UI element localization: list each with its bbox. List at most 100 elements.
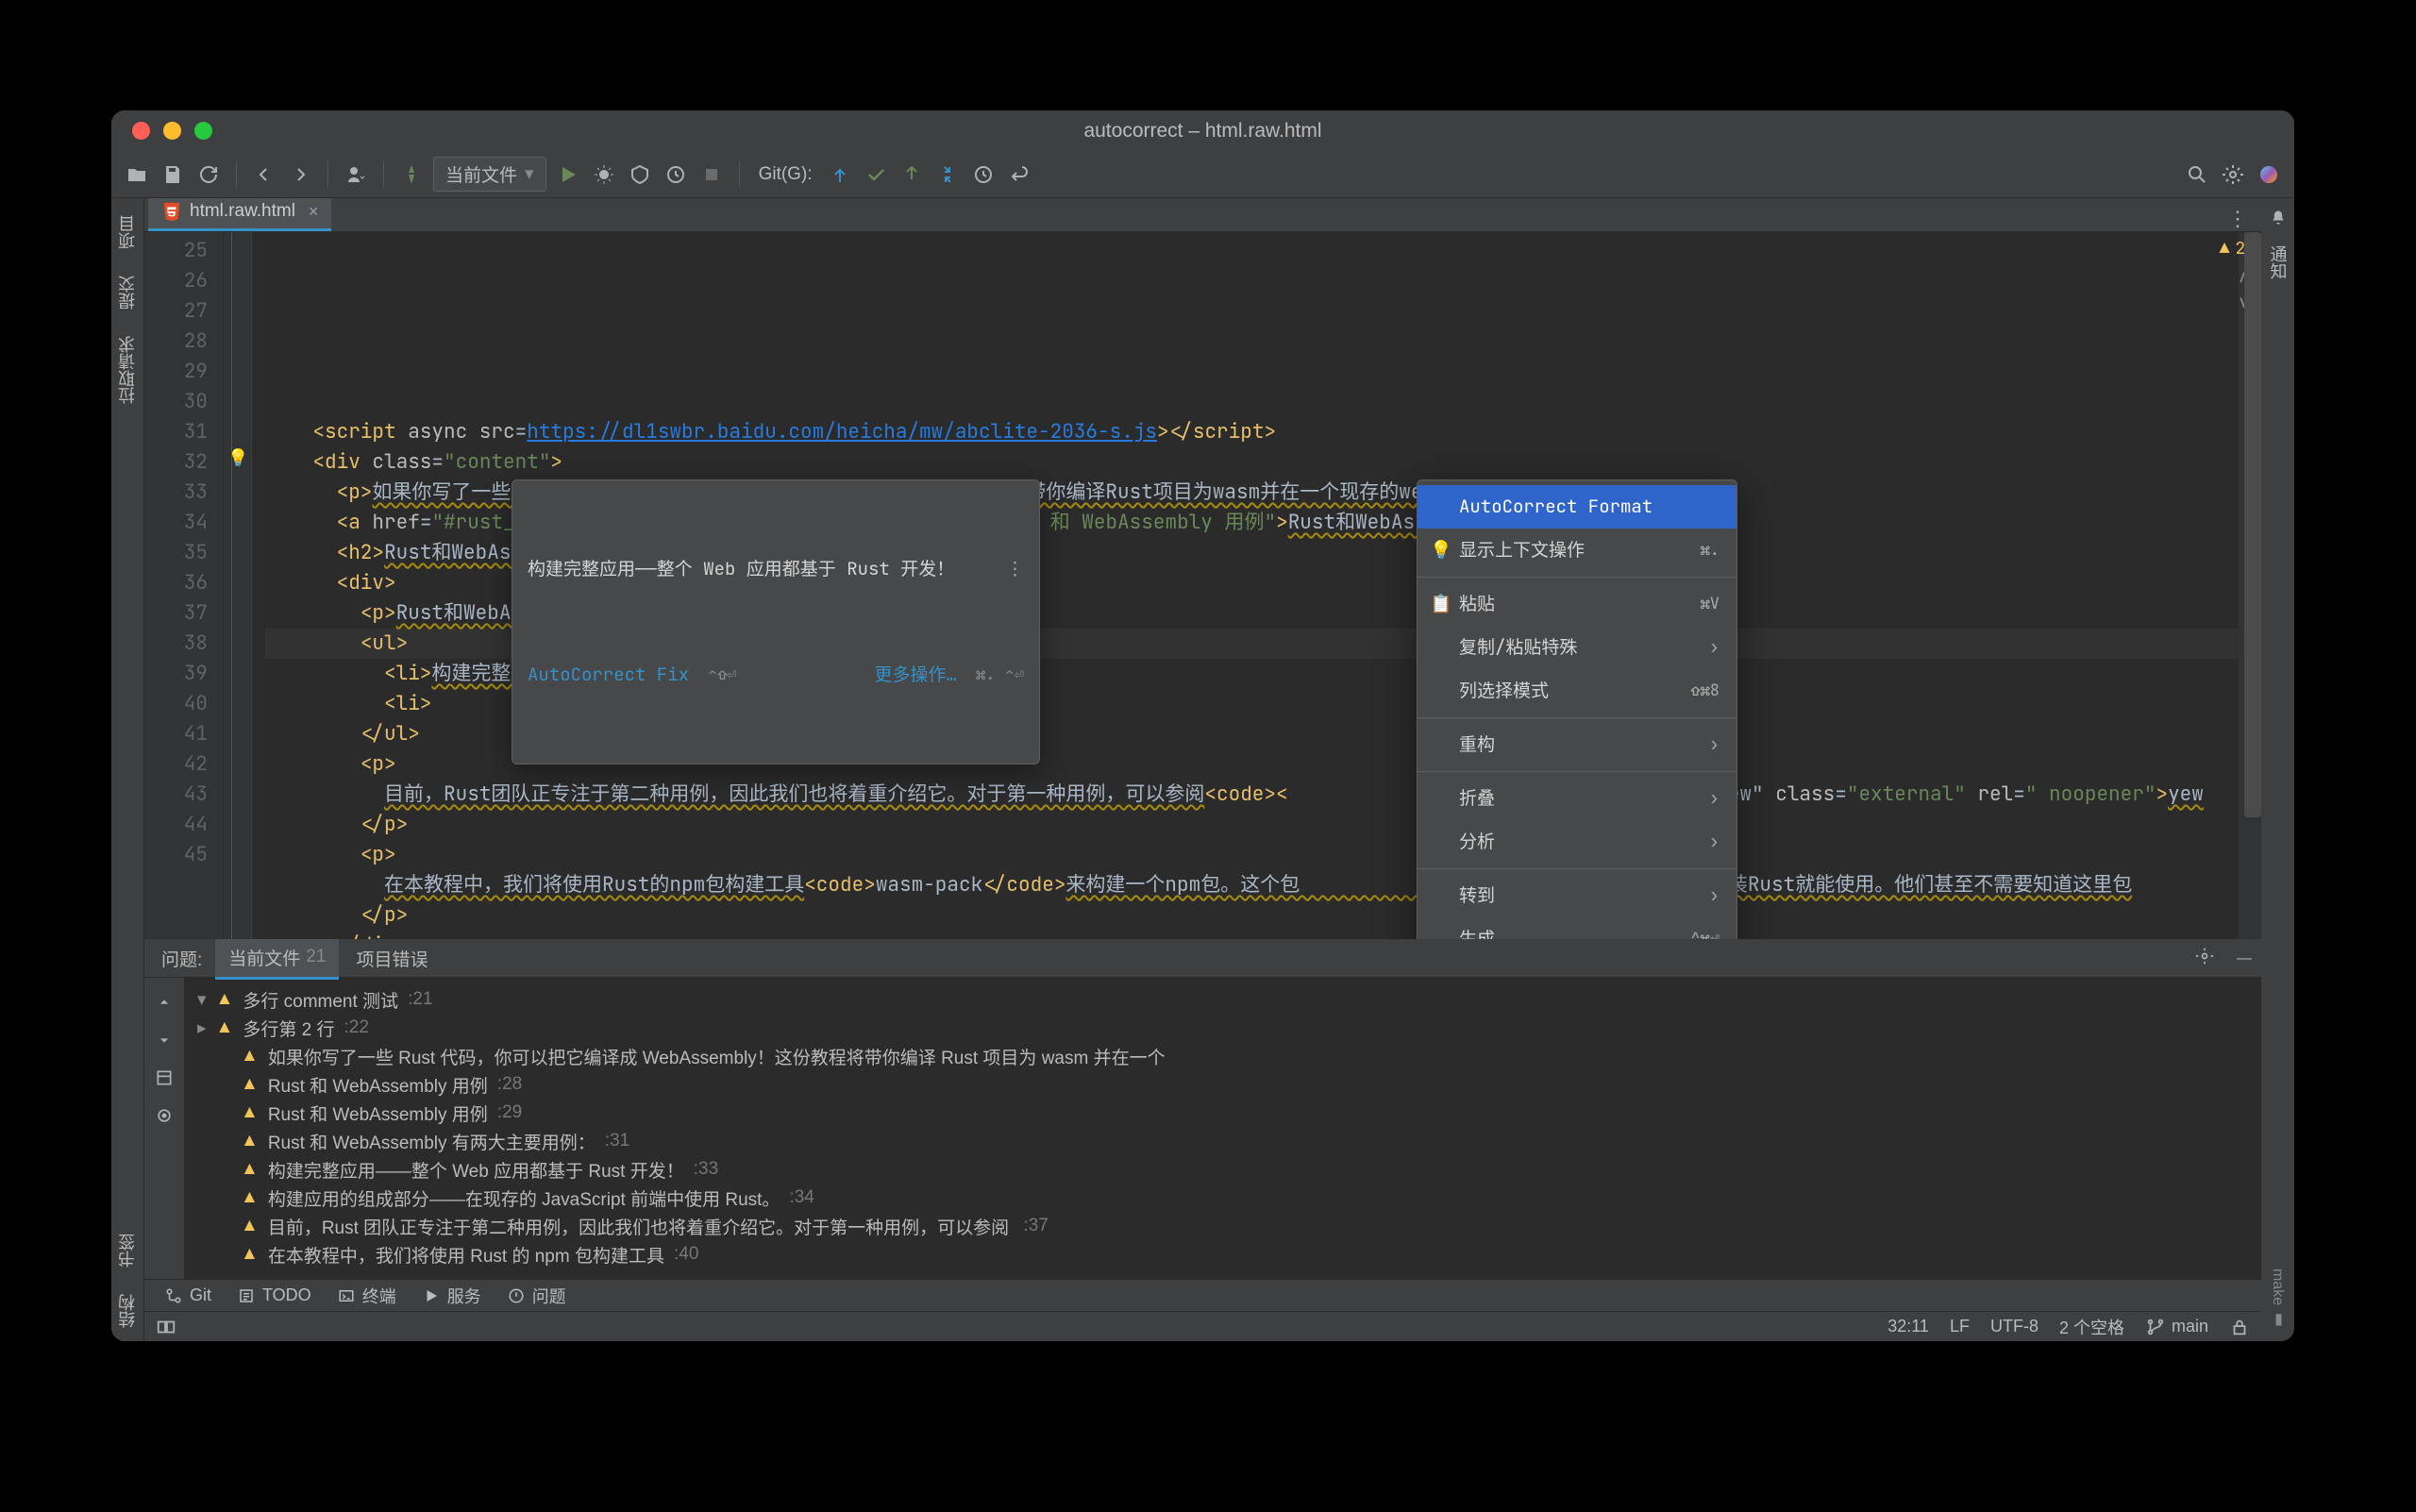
- git-push-icon[interactable]: [898, 160, 926, 189]
- git-commit-icon[interactable]: [862, 160, 890, 189]
- right-tab-make[interactable]: make ▮: [2261, 1255, 2294, 1341]
- build-icon[interactable]: [397, 160, 426, 189]
- problem-item[interactable]: ▲Rust 和 WebAssembly 有两大主要用例：:31: [184, 1127, 2261, 1155]
- close-tab-icon[interactable]: ×: [309, 202, 319, 222]
- problems-tab-errors[interactable]: 项目错误: [343, 939, 441, 978]
- bottom-tab-problems[interactable]: 问题: [496, 1279, 578, 1313]
- git-pull-icon[interactable]: [826, 160, 854, 189]
- context-menu-item[interactable]: 重构›: [1418, 723, 1736, 766]
- problems-panel: 问题: 当前文件 21 项目错误 — ▾▲多行 comment 测试:21▸▲多…: [144, 939, 2261, 1279]
- problem-item[interactable]: ▾▲多行 comment 测试:21: [184, 985, 2261, 1014]
- context-menu-item[interactable]: 转到›: [1418, 874, 1736, 917]
- avatar-dropdown-icon[interactable]: [342, 160, 370, 189]
- forward-icon[interactable]: [286, 160, 314, 189]
- bottom-tab-terminal[interactable]: 终端: [327, 1279, 408, 1313]
- problem-item[interactable]: ▲Rust 和 WebAssembly 用例:29: [184, 1099, 2261, 1127]
- warning-triangle-icon: ▲: [241, 1102, 259, 1123]
- git-update2-icon[interactable]: [933, 160, 962, 189]
- problem-item[interactable]: ▲目前，Rust 团队正专注于第二种用例，因此我们也将着重介绍它。对于第一种用例…: [184, 1212, 2261, 1240]
- editor-minimap[interactable]: ▲ 21 ∧ ∨: [2239, 232, 2261, 939]
- code-line[interactable]: </div>: [265, 931, 2239, 939]
- left-tab-pullrequests[interactable]: 拉取请求: [111, 323, 143, 417]
- run-config-selector[interactable]: 当前文件 ▾: [433, 157, 546, 192]
- problem-item[interactable]: ▲构建应用的组成部分——在现存的 JavaScript 前端中使用 Rust。:…: [184, 1184, 2261, 1212]
- context-menu-item[interactable]: AutoCorrect Format: [1418, 485, 1736, 529]
- code-line[interactable]: <div class="content">: [265, 447, 2239, 478]
- window-close[interactable]: [132, 122, 150, 140]
- left-tab-commit[interactable]: 提交: [111, 262, 143, 323]
- left-tab-bookmarks[interactable]: 书签: [111, 1220, 143, 1281]
- minimap-scrollbar[interactable]: [2244, 232, 2261, 817]
- coverage-icon[interactable]: [626, 160, 654, 189]
- context-menu-item[interactable]: 💡显示上下文操作⌘.: [1418, 529, 1736, 572]
- search-icon[interactable]: [2183, 160, 2211, 189]
- problems-view-icon[interactable]: [144, 1061, 184, 1095]
- code-line[interactable]: </p>: [265, 900, 2239, 931]
- left-tab-project[interactable]: 项目: [111, 202, 143, 262]
- right-tab-notifications[interactable]: 通知: [2261, 232, 2294, 293]
- editor-tab-html[interactable]: html.raw.html ×: [148, 198, 331, 231]
- problems-list[interactable]: ▾▲多行 comment 测试:21▸▲多行第 2 行:22▲如果你写了一些 R…: [184, 978, 2261, 1279]
- intention-fix-action[interactable]: AutoCorrect Fix: [528, 660, 689, 690]
- status-windows-icon[interactable]: [156, 1317, 176, 1337]
- warning-triangle-icon: ▲: [2220, 238, 2230, 260]
- code-line[interactable]: 目前，Rust团队正专注于第二种用例，因此我们也将着重介绍它。对于第一种用例，可…: [265, 780, 2239, 810]
- refresh-icon[interactable]: [194, 160, 223, 189]
- context-menu-item[interactable]: 列选择模式⇧⌘8: [1418, 669, 1736, 713]
- status-lock-icon[interactable]: [2229, 1317, 2250, 1337]
- git-history-icon[interactable]: [969, 160, 998, 189]
- editor-tabs-more-icon[interactable]: ⋮: [2214, 207, 2261, 231]
- expand-icon: ▾: [197, 989, 207, 1011]
- code-line[interactable]: </p>: [265, 810, 2239, 840]
- problem-item[interactable]: ▲Rust 和 WebAssembly 用例:28: [184, 1070, 2261, 1099]
- problems-tab-current[interactable]: 当前文件 21: [215, 938, 339, 980]
- code-line[interactable]: <script async src=https://dl1swbr.baidu.…: [265, 417, 2239, 447]
- problems-next-icon[interactable]: [144, 1023, 184, 1057]
- status-encoding[interactable]: UTF-8: [1990, 1317, 2038, 1336]
- intention-more-action[interactable]: 更多操作…: [875, 660, 957, 690]
- status-position[interactable]: 32:11: [1888, 1317, 1929, 1336]
- context-menu-item[interactable]: 复制/粘贴特殊›: [1418, 626, 1736, 669]
- code-line[interactable]: <p>: [265, 840, 2239, 870]
- code-line[interactable]: 在本教程中，我们将使用Rust的npm包构建工具<code>wasm-pack<…: [265, 870, 2239, 900]
- problem-item[interactable]: ▲在本教程中，我们将使用 Rust 的 npm 包构建工具:40: [184, 1240, 2261, 1268]
- problem-item[interactable]: ▲构建完整应用——整个 Web 应用都基于 Rust 开发！:33: [184, 1155, 2261, 1184]
- intention-more-icon[interactable]: ⋮: [1006, 554, 1024, 584]
- notifications-icon[interactable]: [2261, 204, 2294, 232]
- run-icon[interactable]: [554, 160, 582, 189]
- context-menu-item[interactable]: 折叠›: [1418, 777, 1736, 820]
- chevron-right-icon: ›: [1709, 827, 1720, 857]
- warning-triangle-icon: ▲: [216, 1017, 234, 1038]
- jetbrains-icon[interactable]: [2255, 160, 2283, 189]
- window-maximize[interactable]: [194, 122, 212, 140]
- code-editor[interactable]: 2526272829303132333435363738394041424344…: [144, 232, 2261, 939]
- problems-hide-icon[interactable]: —: [2227, 950, 2261, 967]
- bottom-tab-git[interactable]: Git: [154, 1281, 223, 1310]
- bottom-tab-services[interactable]: 服务: [411, 1279, 493, 1313]
- code-area[interactable]: <script async src=https://dl1swbr.baidu.…: [252, 232, 2239, 939]
- left-tab-structure[interactable]: 结构: [111, 1281, 143, 1341]
- git-revert-icon[interactable]: [1005, 160, 1033, 189]
- intention-bulb-icon[interactable]: 💡: [227, 447, 248, 469]
- context-menu-item[interactable]: 生成…^⌘⏎: [1418, 917, 1736, 939]
- problems-target-icon[interactable]: [144, 1099, 184, 1133]
- problems-prev-icon[interactable]: [144, 985, 184, 1019]
- status-line-sep[interactable]: LF: [1950, 1317, 1970, 1336]
- status-branch[interactable]: main: [2145, 1317, 2208, 1337]
- open-folder-icon[interactable]: [123, 160, 151, 189]
- context-menu: AutoCorrect Format💡显示上下文操作⌘. 📋粘贴⌘V复制/粘贴特殊…: [1417, 479, 1737, 939]
- context-menu-item[interactable]: 📋粘贴⌘V: [1418, 582, 1736, 626]
- status-indent[interactable]: 2 个空格: [2059, 1315, 2124, 1339]
- bottom-tab-todo[interactable]: TODO: [226, 1281, 323, 1310]
- context-menu-item[interactable]: 分析›: [1418, 820, 1736, 864]
- stop-icon[interactable]: [697, 160, 726, 189]
- problem-item[interactable]: ▸▲多行第 2 行:22: [184, 1014, 2261, 1042]
- window-minimize[interactable]: [163, 122, 181, 140]
- problem-item[interactable]: ▲如果你写了一些 Rust 代码，你可以把它编译成 WebAssembly！这份…: [184, 1042, 2261, 1070]
- debug-icon[interactable]: [590, 160, 618, 189]
- save-icon[interactable]: [159, 160, 187, 189]
- gear-icon[interactable]: [2219, 160, 2247, 189]
- problems-settings-icon[interactable]: [2186, 947, 2223, 970]
- back-icon[interactable]: [250, 160, 278, 189]
- profile-icon[interactable]: [662, 160, 690, 189]
